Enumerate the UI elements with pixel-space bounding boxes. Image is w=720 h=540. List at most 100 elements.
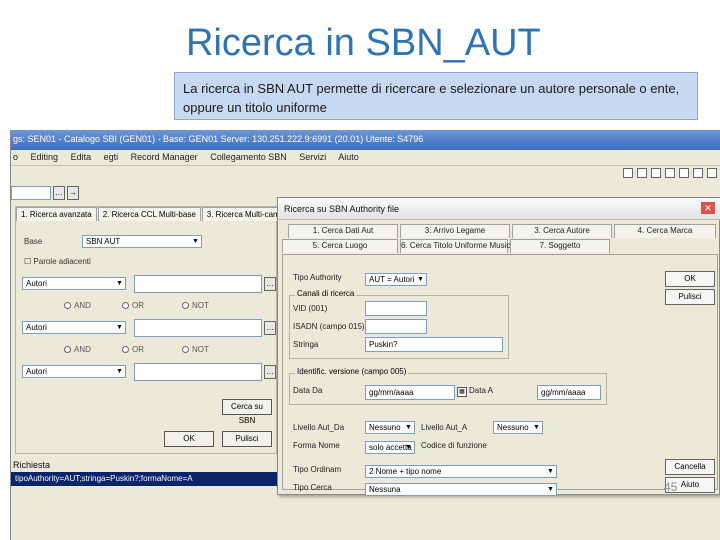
tipo-cerca-value: Nessuna	[369, 485, 401, 494]
dialog-title: Ricerca su SBN Authority file	[278, 198, 720, 220]
tipo-authority-label: Tipo Authority	[293, 273, 342, 282]
cerca-sbn-button[interactable]: Cerca su SBN	[222, 399, 272, 425]
livello-da-select[interactable]: Nessuno ▼	[365, 421, 415, 434]
pulisci-button[interactable]: Pulisci	[222, 431, 272, 447]
page-number: 45	[664, 480, 678, 494]
tab-arrivo-legame[interactable]: 3. Arrivo Legame	[400, 224, 510, 238]
isadn-input[interactable]	[365, 319, 427, 334]
radio-label: OR	[132, 345, 144, 354]
radio-not-1[interactable]: NOT	[182, 301, 209, 310]
ellipsis-button[interactable]: …	[264, 365, 276, 379]
toolbar-icon[interactable]	[651, 168, 661, 178]
tab-cerca-marca[interactable]: 4. Cerca Marca	[614, 224, 716, 238]
base-select[interactable]: SBN AUT ▼	[82, 235, 202, 248]
ellipsis-button[interactable]: …	[53, 186, 65, 200]
chevron-down-icon: ▼	[533, 424, 540, 431]
dialog-body: Tipo Authority AUT = Autori ▼ Canali di …	[282, 254, 718, 496]
app-titlebar: gs: SEN01 - Catalogo SBI (GEN01) - Base:…	[11, 130, 720, 150]
toolbar-icon[interactable]	[707, 168, 717, 178]
chevron-down-icon: ▼	[116, 324, 123, 331]
tipo-cerca-select[interactable]: Nessuna ▼	[365, 483, 557, 496]
tipo-ordinam-select[interactable]: 2 Nome + tipo nome ▼	[365, 465, 557, 478]
menu-item-servizi[interactable]: Servizi	[299, 152, 326, 162]
record-combo[interactable]	[11, 186, 51, 200]
menu-item-editing[interactable]: Editing	[31, 152, 59, 162]
radio-label: AND	[74, 301, 91, 310]
tipo-ordinam-value: 2 Nome + tipo nome	[369, 467, 442, 476]
check-label: Parole adiacenti	[33, 257, 91, 266]
tipo-authority-value: AUT = Autori	[369, 275, 415, 284]
radio-and-2[interactable]: AND	[64, 345, 91, 354]
toolbar-icon[interactable]	[637, 168, 647, 178]
vid-label: VID (001)	[293, 304, 328, 313]
tipo-cerca-label: Tipo Cerca	[293, 483, 332, 492]
toolbar-icons	[623, 168, 717, 178]
radio-label: OR	[132, 301, 144, 310]
ellipsis-button[interactable]: …	[264, 277, 276, 291]
menu-item[interactable]: o	[13, 152, 18, 162]
livello-da-label: Livello Aut_Da	[293, 423, 345, 432]
tab-cerca-titolo-uniforme[interactable]: 6. Cerca Titolo Uniforme Musica	[400, 239, 515, 253]
tab-cerca-luogo[interactable]: 5. Cerca Luogo	[282, 239, 398, 253]
menu-item-record-manager[interactable]: Record Manager	[131, 152, 198, 162]
data-a-input[interactable]: gg/mm/aaaa	[537, 385, 601, 400]
field-select-3[interactable]: Autori ▼	[22, 365, 126, 378]
menu-item-collegamento-sbn[interactable]: Collegamento SBN	[210, 152, 287, 162]
ok-button[interactable]: OK	[164, 431, 214, 447]
tab-cerca-autore[interactable]: 3. Cerca Autore	[512, 224, 612, 238]
radio-or-2[interactable]: OR	[122, 345, 144, 354]
tipo-authority-select[interactable]: AUT = Autori ▼	[365, 273, 427, 286]
radio-not-2[interactable]: NOT	[182, 345, 209, 354]
stringa-input[interactable]: Puskin?	[365, 337, 503, 352]
field-select-1[interactable]: Autori ▼	[22, 277, 126, 290]
stringa-label: Stringa	[293, 340, 319, 349]
chevron-down-icon: ▼	[547, 486, 554, 493]
tab-soggetto[interactable]: 7. Soggetto	[510, 239, 610, 253]
field-select-2-value: Autori	[26, 323, 47, 332]
livello-a-value: Nessuno	[497, 423, 529, 432]
app-toolbar	[11, 166, 720, 184]
data-a-label: Data A	[469, 386, 494, 395]
identific-title: Identific. versione (campo 005)	[295, 367, 409, 376]
term-input-2[interactable]	[134, 319, 262, 337]
chevron-down-icon: ▼	[116, 280, 123, 287]
canali-ricerca-title: Canali di ricerca	[295, 289, 357, 298]
chevron-down-icon: ▼	[116, 368, 123, 375]
close-icon[interactable]: ✕	[701, 202, 715, 214]
search-tabs: 1. Ricerca avanzata 2. Ricerca CCL Multi…	[16, 207, 294, 221]
menu-item-edita[interactable]: Edita	[71, 152, 92, 162]
data-da-input[interactable]: gg/mm/aaaa	[365, 385, 455, 400]
dialog-cancella-button[interactable]: Cancella	[665, 459, 715, 475]
richiesta-label: Richiesta	[13, 460, 51, 470]
menu-item-egti[interactable]: egti	[104, 152, 119, 162]
dialog-pulisci-button[interactable]: Pulisci	[665, 289, 715, 305]
livello-a-label: Livello Aut_A	[421, 423, 468, 432]
richiesta-field[interactable]: tipoAuthority=AUT;stringa=Puskin?;formaN…	[11, 472, 281, 486]
field-select-2[interactable]: Autori ▼	[22, 321, 126, 334]
dialog-ok-button[interactable]: OK	[665, 271, 715, 287]
toolbar-icon[interactable]	[665, 168, 675, 178]
tipo-ordinam-label: Tipo Ordinam	[293, 465, 342, 474]
radio-label: NOT	[192, 345, 209, 354]
vid-input[interactable]	[365, 301, 427, 316]
ellipsis-button[interactable]: …	[264, 321, 276, 335]
tab-ricerca-avanzata[interactable]: 1. Ricerca avanzata	[16, 207, 97, 221]
radio-and-1[interactable]: AND	[64, 301, 91, 310]
menu-item-aiuto[interactable]: Aiuto	[338, 152, 359, 162]
term-input-1[interactable]	[134, 275, 262, 293]
parole-adiacenti-checkbox[interactable]: ☐ Parole adiacenti	[24, 257, 91, 266]
tab-cerca-dati-aut[interactable]: 1. Cerca Dati Aut	[288, 224, 398, 238]
toolbar-icon[interactable]	[623, 168, 633, 178]
sbn-authority-dialog: Ricerca su SBN Authority file ✕ 1. Cerca…	[277, 197, 720, 496]
arrow-right-icon[interactable]: →	[67, 186, 79, 200]
livello-a-select[interactable]: Nessuno ▼	[493, 421, 543, 434]
data-da-label: Data Da	[293, 386, 323, 395]
forma-nome-select[interactable]: solo accetta ▼	[365, 441, 415, 454]
toolbar-icon[interactable]	[693, 168, 703, 178]
tab-ricerca-ccl[interactable]: 2. Ricerca CCL Multi-base	[97, 207, 201, 221]
term-input-3[interactable]	[134, 363, 262, 381]
toolbar-icon[interactable]	[679, 168, 689, 178]
calendar-icon[interactable]: ▦	[457, 387, 467, 397]
base-select-value: SBN AUT	[86, 237, 121, 246]
radio-or-1[interactable]: OR	[122, 301, 144, 310]
